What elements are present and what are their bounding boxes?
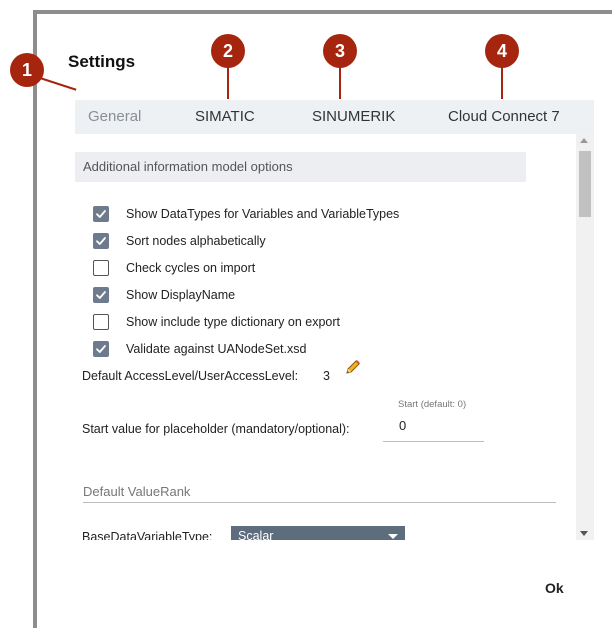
checkbox[interactable]: [93, 314, 109, 330]
settings-content: Additional information model options Sho…: [75, 134, 574, 540]
tab-general[interactable]: General: [88, 108, 141, 125]
checkbox-row-show-displayname[interactable]: Show DisplayName: [93, 285, 235, 305]
callout-leader: [501, 66, 503, 99]
access-level-label: Default AccessLevel/UserAccessLevel:: [82, 369, 299, 383]
tab-simatic[interactable]: SIMATIC: [195, 108, 255, 125]
checkbox[interactable]: [93, 341, 109, 357]
checkbox-label: Show DisplayName: [126, 288, 236, 302]
callout-marker: 1: [10, 53, 44, 87]
base-data-variable-type-label: BaseDataVariableType:: [82, 530, 213, 540]
placeholder-start-label: Start value for placeholder (mandatory/o…: [82, 422, 350, 436]
checkbox-row-sort-nodes[interactable]: Sort nodes alphabetically: [93, 231, 266, 251]
access-level-value: 3: [323, 369, 330, 383]
checkbox-row-include-type-dictionary[interactable]: Show include type dictionary on export: [93, 312, 340, 332]
tab-cloud-connect-7[interactable]: Cloud Connect 7: [448, 108, 560, 125]
dialog-title: Settings: [68, 52, 136, 71]
callout-leader: [227, 66, 229, 99]
ok-button[interactable]: Ok: [545, 580, 564, 596]
placeholder-start-underline: [383, 441, 484, 442]
checkbox-label: Show include type dictionary on export: [126, 315, 341, 329]
pencil-icon[interactable]: [344, 358, 362, 381]
value-rank-underline: [83, 502, 556, 503]
start-field-caption: Start (default: 0): [398, 399, 467, 410]
active-tab-indicator: [75, 97, 180, 100]
checkbox-label: Sort nodes alphabetically: [126, 234, 266, 248]
checkbox[interactable]: [93, 287, 109, 303]
checkmark-icon: [96, 291, 106, 299]
checkmark-icon: [96, 237, 106, 245]
select-value: Scalar: [238, 529, 274, 540]
callout-marker: 4: [485, 34, 519, 68]
checkbox-label: Show DataTypes for Variables and Variabl…: [126, 207, 400, 221]
checkbox-label: Validate against UANodeSet.xsd: [126, 342, 307, 356]
scrollbar-thumb[interactable]: [579, 151, 591, 217]
checkbox-row-show-datatypes[interactable]: Show DataTypes for Variables and Variabl…: [93, 204, 399, 224]
value-rank-input[interactable]: Default ValueRank: [83, 484, 190, 499]
base-data-variable-type-select[interactable]: Scalar: [231, 526, 405, 540]
tab-sinumerik[interactable]: SINUMERIK: [312, 108, 395, 125]
checkbox-row-check-cycles[interactable]: Check cycles on import: [93, 258, 255, 278]
callout-leader: [339, 66, 341, 99]
checkbox[interactable]: [93, 206, 109, 222]
chevron-down-icon: [388, 534, 398, 539]
checkmark-icon: [96, 210, 106, 218]
scrollbar[interactable]: [576, 134, 594, 540]
callout-marker: 3: [323, 34, 357, 68]
placeholder-start-input[interactable]: 0: [399, 418, 406, 433]
checkmark-icon: [96, 345, 106, 353]
checkbox[interactable]: [93, 260, 109, 276]
callout-marker: 2: [211, 34, 245, 68]
checkbox[interactable]: [93, 233, 109, 249]
checkbox-label: Check cycles on import: [126, 261, 256, 275]
section-header: Additional information model options: [75, 152, 526, 182]
scroll-down-arrow-icon[interactable]: [580, 531, 588, 536]
checkbox-row-validate-uanodeset[interactable]: Validate against UANodeSet.xsd: [93, 339, 306, 359]
scroll-up-arrow-icon[interactable]: [580, 138, 588, 143]
